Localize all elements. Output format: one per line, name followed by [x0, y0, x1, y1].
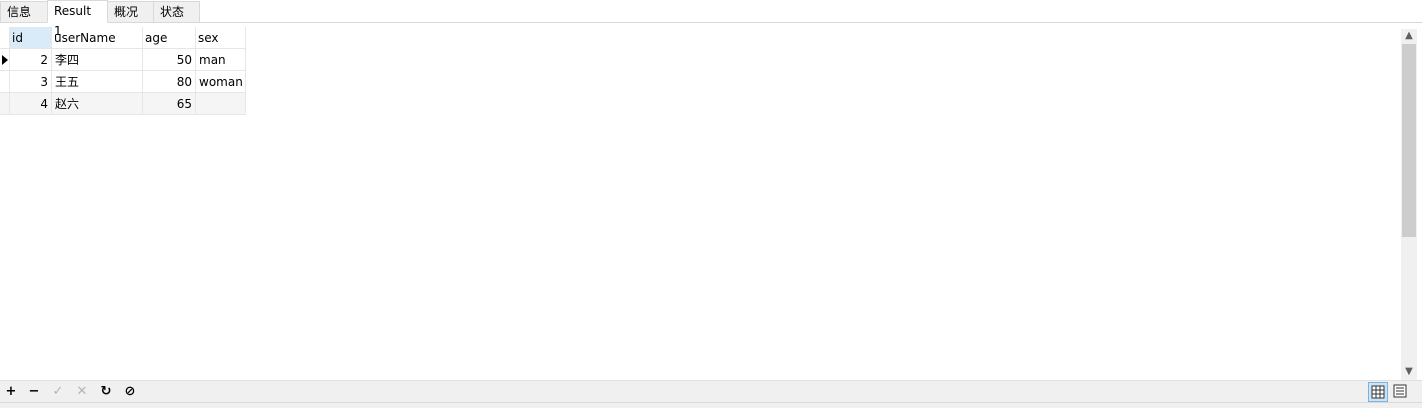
table-row[interactable]: 4 赵六 65: [0, 93, 246, 115]
scrollbar-thumb[interactable]: [1402, 44, 1416, 237]
cell-age[interactable]: 50: [143, 49, 196, 71]
grid-toolbar: + − ✓ ✕ ↻ ⊘: [0, 380, 1422, 403]
row-indicator-header: [0, 27, 10, 49]
tab-result-1[interactable]: Result 1: [47, 0, 108, 38]
delete-record-icon[interactable]: −: [25, 383, 43, 401]
column-header-username[interactable]: userName: [52, 27, 143, 49]
stop-icon[interactable]: ⊘: [121, 383, 139, 401]
vertical-scrollbar[interactable]: ▲ ▼: [1401, 29, 1417, 380]
column-header-age[interactable]: age: [143, 27, 196, 49]
status-bar: [0, 402, 1422, 408]
cell-username[interactable]: 李四: [52, 49, 143, 71]
discard-changes-icon[interactable]: ✕: [73, 383, 91, 401]
cell-username[interactable]: 赵六: [52, 93, 143, 115]
column-header-sex-label: sex: [198, 31, 219, 45]
row-indicator[interactable]: [0, 71, 10, 93]
cell-id[interactable]: 4: [10, 93, 52, 115]
cell-username[interactable]: 王五: [52, 71, 143, 93]
form-view-icon: [1393, 384, 1407, 398]
table-row[interactable]: 2 李四 50 man: [0, 49, 246, 71]
scroll-down-icon[interactable]: ▼: [1401, 365, 1417, 379]
cell-id[interactable]: 2: [10, 49, 52, 71]
tab-status-label: 状态: [160, 5, 185, 19]
apply-changes-icon[interactable]: ✓: [49, 383, 67, 401]
cell-age[interactable]: 80: [143, 71, 196, 93]
tab-profile-label: 概况: [114, 5, 139, 19]
row-indicator[interactable]: [0, 93, 10, 115]
grid-view-button[interactable]: [1368, 382, 1388, 402]
grid-view-icon: [1371, 385, 1385, 399]
column-header-sex[interactable]: sex: [196, 27, 246, 49]
column-header-username-label: userName: [54, 31, 116, 45]
add-record-icon[interactable]: +: [2, 383, 20, 401]
cell-age[interactable]: 65: [143, 93, 196, 115]
scroll-up-icon[interactable]: ▲: [1401, 29, 1417, 43]
cell-id[interactable]: 3: [10, 71, 52, 93]
column-header-age-label: age: [145, 31, 168, 45]
tab-info-label: 信息: [7, 5, 32, 19]
table-row[interactable]: 3 王五 80 woman: [0, 71, 246, 93]
form-view-button[interactable]: [1390, 382, 1410, 402]
current-row-arrow-icon: [2, 55, 8, 65]
column-header-id[interactable]: id: [10, 27, 52, 49]
result-tab-bar: 信息 Result 1 概况 状态: [0, 0, 1422, 38]
column-header-id-label: id: [12, 31, 23, 45]
cell-sex[interactable]: woman: [196, 71, 246, 93]
cell-sex[interactable]: [196, 93, 246, 115]
row-indicator[interactable]: [0, 49, 10, 71]
refresh-icon[interactable]: ↻: [97, 383, 115, 401]
tab-status[interactable]: 状态: [153, 1, 200, 22]
tab-profile[interactable]: 概况: [107, 1, 154, 22]
cell-sex[interactable]: man: [196, 49, 246, 71]
tab-info[interactable]: 信息: [0, 1, 48, 22]
